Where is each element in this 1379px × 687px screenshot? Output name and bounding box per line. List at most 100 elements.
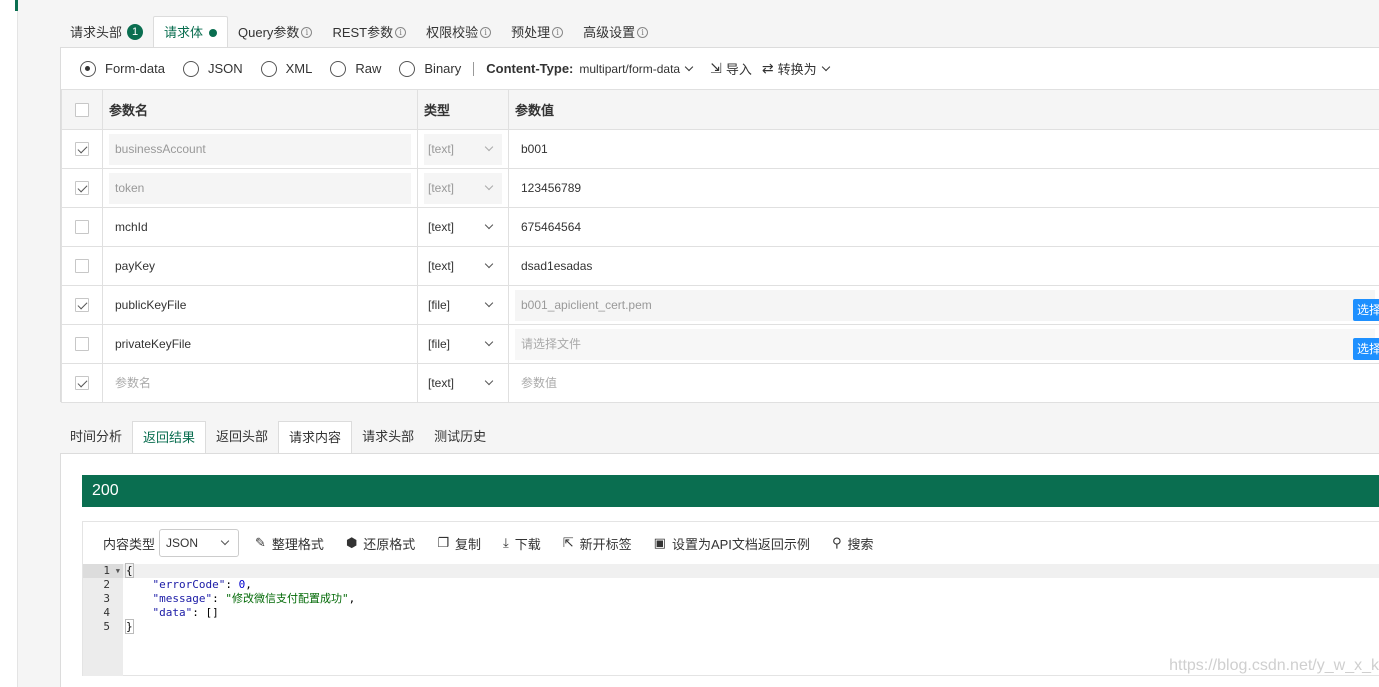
chevron-down-icon bbox=[484, 220, 494, 230]
tab-response-headers[interactable]: 返回头部 bbox=[206, 421, 278, 454]
convert-button[interactable]: ⇄ 转换为 bbox=[762, 59, 830, 78]
radio-label: Raw bbox=[355, 61, 382, 76]
chevron-down-icon bbox=[821, 62, 830, 71]
tab-request-headers[interactable]: 请求头部 1 bbox=[60, 16, 153, 48]
import-icon: ⇲ bbox=[710, 60, 722, 76]
radio-json[interactable]: JSON bbox=[182, 60, 243, 77]
param-type-select[interactable]: [file] bbox=[424, 290, 502, 321]
radio-form-data[interactable]: Form-data bbox=[80, 60, 165, 77]
row-checkbox[interactable] bbox=[75, 376, 89, 390]
download-button[interactable]: ⤓ 下载 bbox=[503, 534, 541, 553]
tab-label: 请求头部 bbox=[70, 24, 123, 40]
row-checkbox[interactable] bbox=[75, 220, 89, 234]
param-type-select[interactable]: [file] bbox=[424, 329, 502, 360]
param-name-cell: 参数名 bbox=[102, 363, 418, 403]
tab-time-analysis[interactable]: 时间分析 bbox=[60, 421, 132, 454]
code-line: } bbox=[123, 619, 1379, 634]
content-type-select[interactable]: JSON bbox=[159, 529, 240, 557]
select-all-cell[interactable] bbox=[61, 89, 103, 130]
format-button[interactable]: ✎ 整理格式 bbox=[255, 534, 324, 553]
tab-request-content[interactable]: 请求内容 bbox=[278, 421, 353, 454]
tab-request-headers-sent[interactable]: 请求头部 bbox=[352, 421, 424, 454]
info-icon: i bbox=[301, 26, 313, 38]
content-type-dropdown[interactable]: multipart/form-data bbox=[579, 62, 694, 76]
row-checkbox-cell[interactable] bbox=[61, 168, 103, 208]
radio-selected-icon bbox=[80, 60, 96, 77]
row-checkbox-cell[interactable] bbox=[61, 363, 103, 403]
param-value-input[interactable]: b001 bbox=[515, 134, 1375, 165]
param-value-input[interactable]: 675464564 bbox=[515, 212, 1375, 243]
radio-label: XML bbox=[285, 61, 313, 76]
param-value-input[interactable]: 请选择文件 bbox=[515, 328, 1375, 360]
tab-query-params[interactable]: Query参数 i bbox=[228, 16, 322, 48]
table-row: privateKeyFile [file] 请选择文件 选择 bbox=[61, 324, 1379, 364]
new-tab-button[interactable]: ⇱ 新开标签 bbox=[563, 534, 632, 553]
tab-rest-params[interactable]: REST参数 i bbox=[322, 16, 416, 48]
json-array: [] bbox=[205, 606, 219, 619]
tab-preprocess[interactable]: 预处理 i bbox=[501, 16, 573, 48]
json-key: "data" bbox=[152, 606, 193, 619]
param-type-cell: [text] bbox=[417, 168, 509, 208]
param-value-input[interactable]: 123456789 bbox=[515, 173, 1375, 204]
import-button[interactable]: ⇲ 导入 bbox=[710, 59, 752, 78]
button-label: 搜索 bbox=[847, 536, 874, 552]
tab-auth[interactable]: 权限校验 i bbox=[416, 16, 501, 48]
chevron-down-icon bbox=[220, 536, 230, 546]
select-all-checkbox[interactable] bbox=[75, 102, 89, 117]
param-name-input[interactable]: publicKeyFile bbox=[109, 290, 411, 321]
param-value-input[interactable]: b001_apiclient_cert.pem bbox=[515, 289, 1375, 321]
row-checkbox-cell[interactable] bbox=[61, 285, 103, 325]
row-checkbox-cell[interactable] bbox=[61, 324, 103, 364]
param-type-select[interactable]: [text] bbox=[424, 212, 502, 243]
body-type-toolbar: Form-data JSON XML Raw Binary Content-Ty… bbox=[61, 48, 1379, 89]
param-name-input[interactable]: payKey bbox=[109, 251, 411, 282]
save-icon: ▣ bbox=[653, 535, 666, 550]
cube-icon: ⬢ bbox=[345, 535, 358, 550]
row-checkbox[interactable] bbox=[75, 181, 89, 195]
param-name-input[interactable]: 参数名 bbox=[109, 368, 411, 399]
line-number: 4 bbox=[103, 606, 110, 619]
left-sidebar-edge bbox=[0, 0, 18, 687]
row-checkbox[interactable] bbox=[75, 298, 89, 312]
radio-raw[interactable]: Raw bbox=[330, 60, 382, 77]
param-name-input: businessAccount bbox=[109, 133, 411, 165]
copy-button[interactable]: ❐ 复制 bbox=[437, 534, 481, 553]
param-value-input[interactable]: 参数值 bbox=[515, 368, 1375, 399]
choose-file-button[interactable]: 选择 bbox=[1353, 298, 1379, 321]
content-type-label: 内容类型 bbox=[103, 536, 156, 552]
restore-format-button[interactable]: ⬢ 还原格式 bbox=[346, 534, 415, 553]
param-value-input[interactable]: dsad1esadas bbox=[515, 251, 1375, 282]
param-type-select[interactable]: [text] bbox=[424, 251, 502, 282]
chevron-down-icon bbox=[484, 181, 494, 191]
copy-icon: ❐ bbox=[437, 535, 449, 550]
row-checkbox[interactable] bbox=[75, 142, 89, 156]
choose-file-button[interactable]: 选择 bbox=[1353, 337, 1379, 360]
value-wrapper: b001_apiclient_cert.pem 选择 bbox=[509, 289, 1379, 321]
param-type-select[interactable]: [text] bbox=[424, 368, 502, 399]
param-value-cell: 参数值 bbox=[508, 363, 1379, 403]
param-name-cell: mchId bbox=[102, 207, 418, 247]
row-checkbox-cell[interactable] bbox=[61, 129, 103, 169]
param-name-cell: businessAccount bbox=[102, 129, 418, 169]
fold-arrow-icon[interactable]: ▼ bbox=[116, 564, 120, 578]
row-checkbox-cell[interactable] bbox=[61, 207, 103, 247]
param-type-cell: [text] bbox=[417, 129, 509, 169]
response-tabs: 时间分析 返回结果 返回头部 请求内容 请求头部 测试历史 bbox=[60, 421, 496, 454]
row-checkbox-cell[interactable] bbox=[61, 246, 103, 286]
param-type-cell: [text] bbox=[417, 207, 509, 247]
param-type-select: [text] bbox=[424, 133, 502, 165]
type-value: [text] bbox=[428, 141, 455, 156]
tab-response-result[interactable]: 返回结果 bbox=[132, 421, 207, 454]
tab-advanced[interactable]: 高级设置 i bbox=[573, 16, 658, 48]
tab-test-history[interactable]: 测试历史 bbox=[424, 421, 496, 454]
radio-xml[interactable]: XML bbox=[260, 60, 313, 77]
row-checkbox[interactable] bbox=[75, 259, 89, 273]
row-checkbox[interactable] bbox=[75, 337, 89, 351]
param-name-input[interactable]: privateKeyFile bbox=[109, 329, 411, 360]
tab-request-body[interactable]: 请求体 bbox=[153, 16, 229, 48]
active-dot-icon bbox=[209, 28, 218, 37]
radio-binary[interactable]: Binary bbox=[399, 60, 461, 77]
set-api-example-button[interactable]: ▣ 设置为API文档返回示例 bbox=[654, 534, 810, 553]
search-button[interactable]: ⚲ 搜索 bbox=[832, 534, 874, 553]
param-name-input[interactable]: mchId bbox=[109, 212, 411, 243]
